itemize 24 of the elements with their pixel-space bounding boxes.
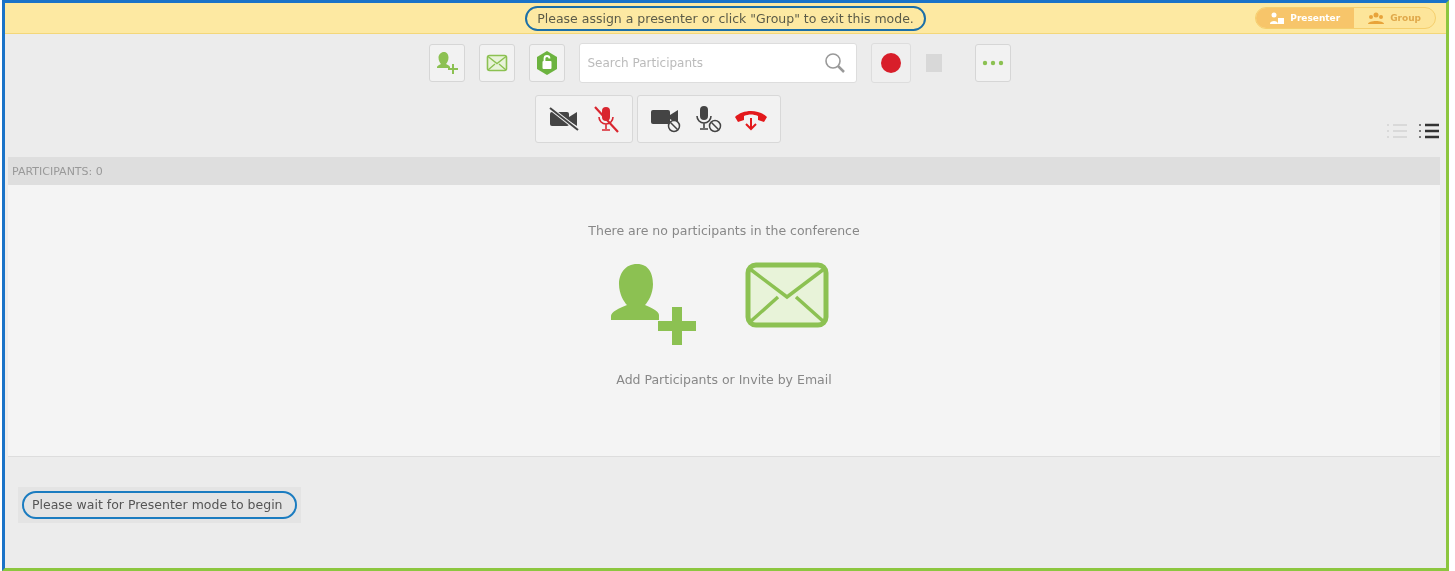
envelope-icon xyxy=(485,54,508,72)
group-mode-button[interactable]: Group xyxy=(1354,8,1435,28)
add-person-icon xyxy=(435,51,458,75)
lock-icon xyxy=(534,50,559,76)
envelope-icon xyxy=(745,262,829,328)
presenter-icon xyxy=(1270,12,1285,24)
group-icon xyxy=(1368,12,1385,24)
status-message: Please wait for Presenter mode to begin xyxy=(22,491,297,519)
invite-email-button[interactable] xyxy=(478,44,515,82)
search-icon xyxy=(822,51,847,75)
more-button[interactable] xyxy=(974,44,1011,82)
invite-email-button[interactable] xyxy=(745,262,829,328)
numbered-list-icon xyxy=(1418,122,1440,140)
search-field[interactable]: Search Participants xyxy=(578,43,857,83)
banner-message: Please assign a presenter or click "Group" to exit this mode. xyxy=(525,5,926,31)
participants-header: PARTICIPANTS: 0 xyxy=(8,157,1440,185)
camera-off-icon xyxy=(546,106,581,132)
hint-text: Add Participants or Invite by Email xyxy=(616,372,832,387)
empty-message: There are no participants in the conference xyxy=(588,223,860,238)
add-participant-button[interactable] xyxy=(428,44,465,82)
lock-button[interactable] xyxy=(528,44,565,82)
more-icon xyxy=(981,60,1004,66)
record-button[interactable] xyxy=(870,43,911,83)
presenter-mode-button[interactable]: Presenter xyxy=(1256,8,1355,28)
